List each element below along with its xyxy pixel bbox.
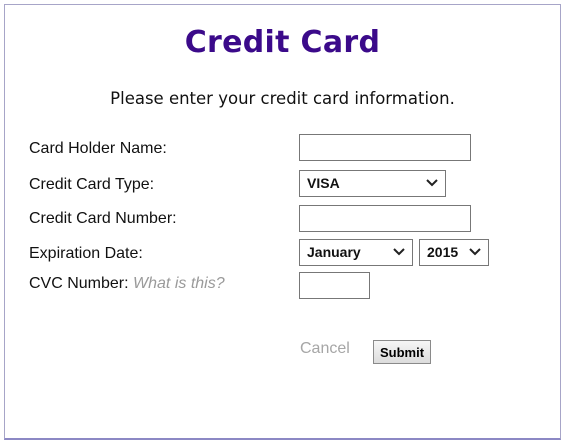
expiration-year-select[interactable]: 2015 xyxy=(419,239,489,266)
expiration-month-select[interactable]: January xyxy=(299,239,413,266)
cvc-number-label: CVC Number: What is this? xyxy=(29,275,225,293)
card-number-label: Credit Card Number: xyxy=(29,210,177,227)
card-type-label: Credit Card Type: xyxy=(29,176,155,193)
card-type-select[interactable]: VISA xyxy=(299,170,446,197)
cvc-label-text: CVC Number: xyxy=(29,275,129,292)
page-title: Credit Card xyxy=(184,25,381,60)
submit-button[interactable]: Submit xyxy=(373,340,431,364)
card-holder-name-label: Card Holder Name: xyxy=(29,140,167,157)
expiration-date-label: Expiration Date: xyxy=(29,245,143,262)
credit-card-dialog: Credit Card Please enter your credit car… xyxy=(4,4,561,440)
chevron-down-icon xyxy=(469,248,481,256)
chevron-down-icon xyxy=(393,248,405,256)
cancel-button[interactable]: Cancel xyxy=(300,340,350,358)
card-number-input[interactable] xyxy=(299,205,471,232)
cvc-input[interactable] xyxy=(299,272,370,299)
expiration-month-value: January xyxy=(307,244,361,260)
card-holder-name-input[interactable] xyxy=(299,134,471,161)
expiration-year-value: 2015 xyxy=(427,244,459,260)
instructions-text: Please enter your credit card informatio… xyxy=(110,89,455,108)
chevron-down-icon xyxy=(426,179,438,187)
card-type-value: VISA xyxy=(307,175,340,191)
cvc-help-link[interactable]: What is this? xyxy=(133,275,225,292)
